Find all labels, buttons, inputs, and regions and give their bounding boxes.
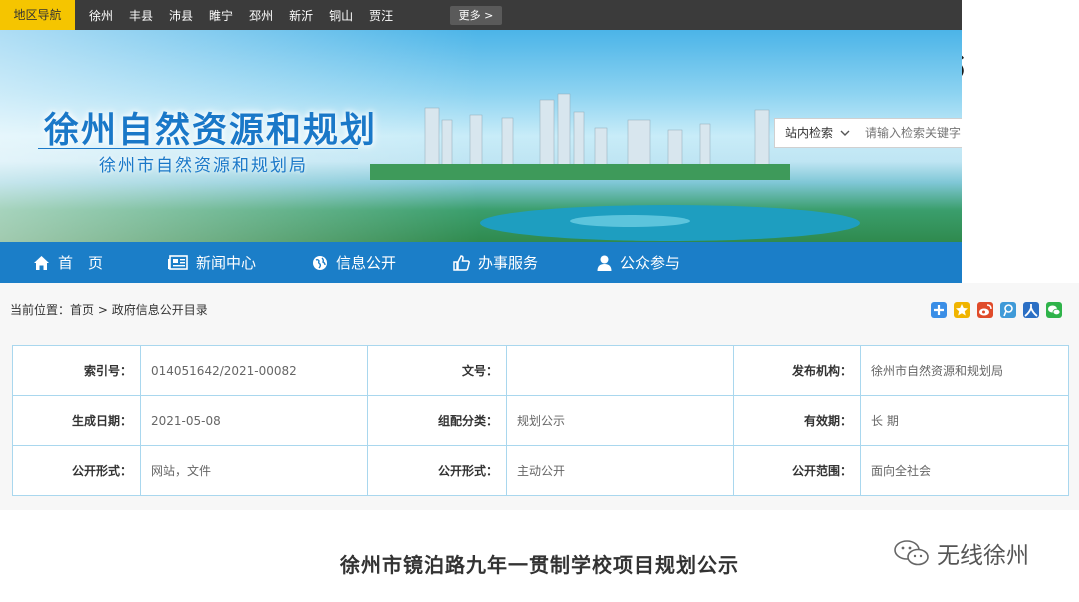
region-links: 徐州 丰县 沛县 睢宁 邳州 新沂 铜山 贾汪 bbox=[89, 0, 409, 30]
title-underline bbox=[38, 148, 358, 149]
search-scope-select[interactable]: 站内检索 bbox=[785, 119, 833, 147]
region-link[interactable]: 徐州 bbox=[89, 0, 113, 30]
created-date-label: 生成日期： bbox=[12, 395, 141, 446]
nav-home[interactable]: 首 页 bbox=[33, 242, 103, 283]
breadcrumb-prefix: 当前位置： bbox=[10, 303, 71, 317]
globe-icon bbox=[313, 255, 327, 270]
disclosure-mode-value: 主动公开 bbox=[506, 445, 734, 496]
breadcrumb-row: 当前位置：首页 > 政府信息公开目录 bbox=[0, 283, 1079, 333]
table-row: 生成日期： 2021-05-08 组配分类： 规划公示 有效期： 长 期 bbox=[12, 395, 1069, 446]
region-link[interactable]: 睢宁 bbox=[209, 0, 233, 30]
breadcrumb: 当前位置：首页 > 政府信息公开目录 bbox=[10, 283, 208, 338]
nav-services[interactable]: 办事服务 bbox=[453, 242, 538, 283]
share-toolbar bbox=[931, 302, 1062, 318]
region-link[interactable]: 丰县 bbox=[129, 0, 153, 30]
document-metadata-table: 索引号： 014051642/2021-00082 文号： 发布机构： 徐州市自… bbox=[12, 345, 1069, 496]
info-table-area: 索引号： 014051642/2021-00082 文号： 发布机构： 徐州市自… bbox=[0, 333, 1079, 510]
region-link[interactable]: 贾汪 bbox=[369, 0, 393, 30]
city-skyline-illustration bbox=[370, 93, 790, 180]
validity-label: 有效期： bbox=[733, 395, 861, 446]
nav-info-label: 信息公开 bbox=[336, 254, 397, 272]
newspaper-icon bbox=[168, 255, 188, 270]
watermark-text: 无线徐州 bbox=[937, 543, 1029, 569]
main-nav: 首 页 新闻中心 信息公开 办事服务 公众参与 bbox=[0, 242, 962, 283]
nav-news-label: 新闻中心 bbox=[196, 254, 257, 272]
wechat-watermark-icon bbox=[894, 540, 929, 566]
thumbs-up-icon bbox=[453, 255, 470, 271]
breadcrumb-separator: > bbox=[94, 303, 112, 317]
nav-info-disclosure[interactable]: 信息公开 bbox=[312, 242, 396, 283]
share-plus-icon[interactable] bbox=[931, 302, 947, 318]
weibo-icon[interactable] bbox=[977, 302, 993, 318]
nav-participation-label: 公众参与 bbox=[620, 254, 681, 272]
tencent-weibo-icon[interactable] bbox=[1000, 302, 1016, 318]
created-date-value: 2021-05-08 bbox=[140, 395, 368, 446]
disclosure-form-value: 网站，文件 bbox=[140, 445, 368, 496]
region-nav-bar: 地区导航 徐州 丰县 沛县 睢宁 邳州 新沂 铜山 贾汪 更多 > bbox=[0, 0, 962, 30]
renren-icon[interactable] bbox=[1023, 302, 1039, 318]
validity-value: 长 期 bbox=[860, 395, 1069, 446]
disclosure-form-label: 公开形式： bbox=[12, 445, 141, 496]
more-regions-button[interactable]: 更多 > bbox=[450, 6, 502, 25]
watermark: 无线徐州 bbox=[893, 536, 1029, 570]
table-row: 公开形式： 网站，文件 公开形式： 主动公开 公开范围： 面向全社会 bbox=[12, 445, 1069, 496]
disclosure-scope-label: 公开范围： bbox=[733, 445, 861, 496]
disclosure-scope-value: 面向全社会 bbox=[860, 445, 1069, 496]
region-nav-label: 地区导航 bbox=[0, 0, 75, 30]
home-icon bbox=[34, 255, 49, 270]
region-link[interactable]: 沛县 bbox=[169, 0, 193, 30]
breadcrumb-home-link[interactable]: 首页 bbox=[70, 303, 94, 317]
site-subtitle: 徐州市自然资源和规划局 bbox=[99, 156, 308, 176]
region-link[interactable]: 邳州 bbox=[249, 0, 273, 30]
category-value: 规划公示 bbox=[506, 395, 734, 446]
search-input[interactable] bbox=[865, 123, 961, 143]
nav-public-participation[interactable]: 公众参与 bbox=[597, 242, 680, 283]
index-number-value: 014051642/2021-00082 bbox=[140, 345, 368, 396]
breadcrumb-current[interactable]: 政府信息公开目录 bbox=[112, 303, 208, 317]
wechat-icon[interactable] bbox=[1046, 302, 1062, 318]
site-search: 站内检索 bbox=[774, 118, 962, 148]
disclosure-mode-label: 公开形式： bbox=[367, 445, 507, 496]
chevron-down-icon[interactable] bbox=[839, 127, 851, 139]
category-label: 组配分类： bbox=[367, 395, 507, 446]
publisher-value: 徐州市自然资源和规划局 bbox=[860, 345, 1069, 396]
site-title: 徐州自然资源和规划 bbox=[44, 110, 378, 151]
qzone-icon[interactable] bbox=[954, 302, 970, 318]
nav-home-label: 首 页 bbox=[58, 254, 104, 272]
nav-services-label: 办事服务 bbox=[478, 254, 539, 272]
user-icon bbox=[597, 255, 612, 271]
region-link[interactable]: 新沂 bbox=[289, 0, 313, 30]
right-blank-area bbox=[962, 0, 1079, 283]
header-banner: 徐州自然资源和规划 徐州市自然资源和规划局 站内检索 bbox=[0, 30, 962, 242]
document-number-value bbox=[506, 345, 734, 396]
region-link[interactable]: 铜山 bbox=[329, 0, 353, 30]
document-number-label: 文号： bbox=[367, 345, 507, 396]
table-row: 索引号： 014051642/2021-00082 文号： 发布机构： 徐州市自… bbox=[12, 345, 1069, 396]
nav-news[interactable]: 新闻中心 bbox=[167, 242, 256, 283]
index-number-label: 索引号： bbox=[12, 345, 141, 396]
lake-illustration bbox=[480, 205, 860, 241]
publisher-label: 发布机构： bbox=[733, 345, 861, 396]
